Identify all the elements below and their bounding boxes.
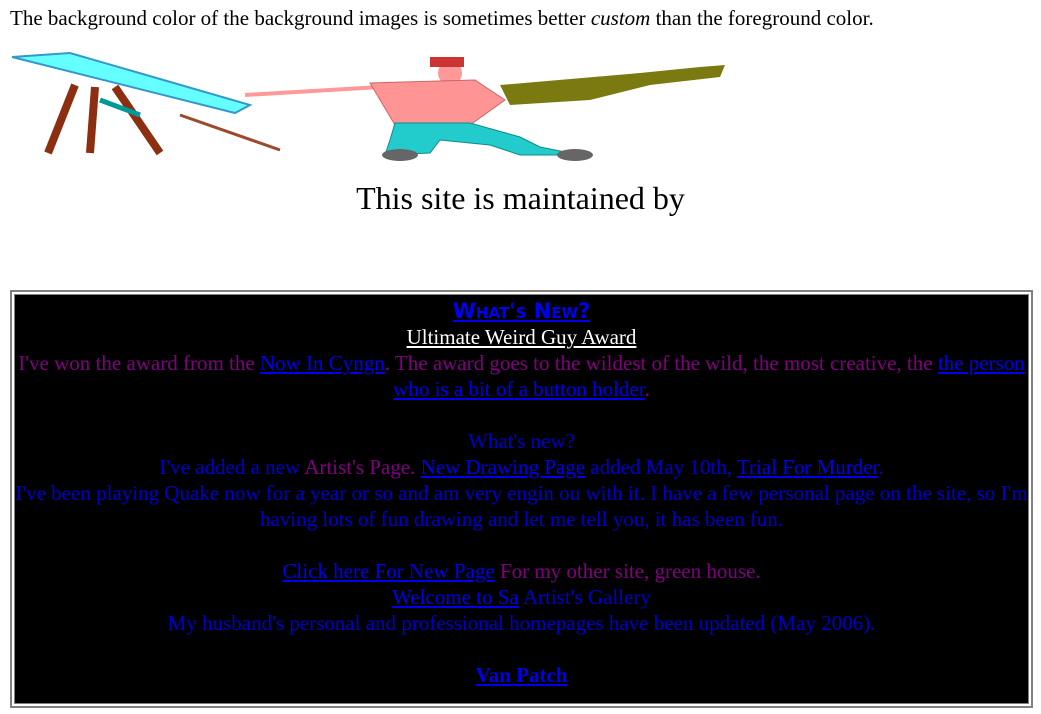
added-text-3: . xyxy=(878,455,884,479)
shoe xyxy=(382,149,418,161)
easel-cross xyxy=(99,97,141,118)
click-after-text: For my other site, green house. xyxy=(494,559,761,583)
news-cell: What's New? Ultimate Weird Guy Award I'v… xyxy=(14,294,1029,704)
trial-for-murder-link[interactable]: Trial For Murder xyxy=(737,455,879,479)
award-text-1: I've won the award from the xyxy=(18,351,260,375)
husband-paragraph: My husband's personal and professional h… xyxy=(167,611,876,635)
brush xyxy=(179,113,281,152)
award-text-3: . xyxy=(644,377,650,401)
added-text-1: I've added a new xyxy=(159,455,305,479)
award-paragraph: I've won the award from the Now In Cyngn… xyxy=(15,350,1028,402)
quake-paragraph: I've been playing Quake now for a year o… xyxy=(15,481,1028,531)
easel-leg xyxy=(111,84,164,156)
award-link[interactable]: Ultimate Weird Guy Award xyxy=(407,325,637,349)
legs xyxy=(384,122,581,156)
van-patch-link[interactable]: Van Patch xyxy=(476,663,568,687)
added-artist-text: Artist's Page. xyxy=(304,455,421,479)
intro-text: The background color of the background i… xyxy=(10,6,874,31)
added-text-2: added May 10th, xyxy=(585,455,737,479)
whats-new-heading-link[interactable]: What's New? xyxy=(453,299,591,323)
news-table: What's New? Ultimate Weird Guy Award I'v… xyxy=(10,290,1033,708)
body xyxy=(369,79,506,126)
easel-leg xyxy=(86,86,99,154)
arm xyxy=(244,85,381,97)
maintained-by-text: This site is maintained by xyxy=(356,180,685,216)
click-paragraph: Click here For New Page For my other sit… xyxy=(15,558,1028,584)
welcome-link[interactable]: Welcome to Sa xyxy=(392,585,519,609)
intro-emphasis: custom xyxy=(590,6,651,30)
shoe xyxy=(557,149,593,161)
award-text-2: . The award goes to the wildest of the w… xyxy=(384,351,938,375)
click-here-new-page-link[interactable]: Click here For New Page xyxy=(282,559,494,583)
now-in-cyngn-link[interactable]: Now In Cyngn xyxy=(260,351,385,375)
welcome-paragraph: Welcome to Sa Artist's Gallery xyxy=(15,584,1028,610)
hat xyxy=(430,57,464,67)
artist-banner-image xyxy=(11,51,725,161)
whats-new-label: What's new? xyxy=(468,429,575,453)
added-paragraph: I've added a new Artist's Page. New Draw… xyxy=(15,454,1028,480)
intro-before: The background color of the background i… xyxy=(10,6,591,30)
new-drawing-page-link[interactable]: New Drawing Page xyxy=(421,455,585,479)
welcome-after-text: Artist's Gallery xyxy=(518,585,651,609)
intro-after: than the foreground color. xyxy=(650,6,874,30)
sleeve xyxy=(500,65,725,105)
easel-leg xyxy=(44,83,79,155)
